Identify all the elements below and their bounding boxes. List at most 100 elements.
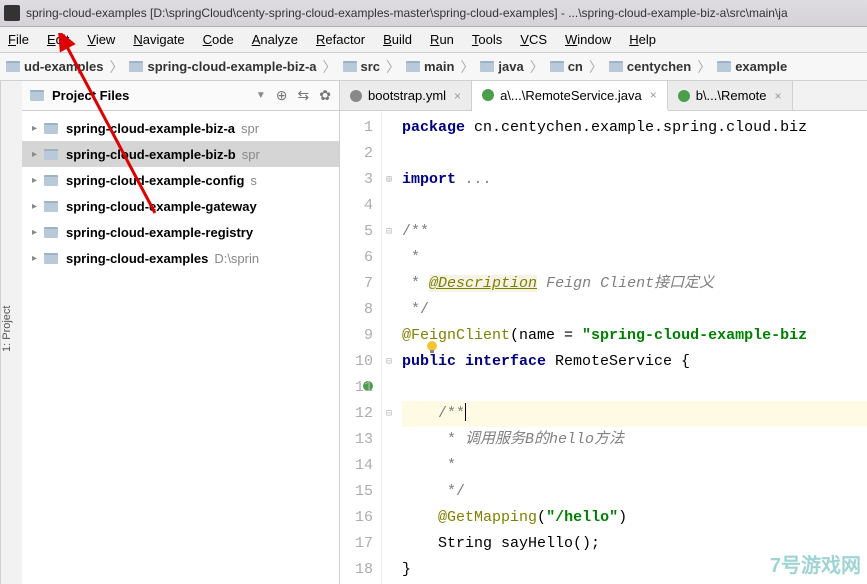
editor-tab[interactable]: bootstrap.yml× [340, 81, 472, 110]
window-titlebar: spring-cloud-examples [D:\springCloud\ce… [0, 0, 867, 27]
code-content[interactable]: package cn.centychen.example.spring.clou… [396, 111, 867, 584]
fold-marker[interactable] [382, 193, 396, 219]
code-line[interactable]: @FeignClient(name = "spring-cloud-exampl… [402, 323, 867, 349]
expand-icon[interactable]: ▸ [32, 227, 44, 238]
code-line[interactable]: import ... [402, 167, 867, 193]
menu-vcs[interactable]: VCS [520, 32, 547, 47]
code-line[interactable]: /** [402, 401, 867, 427]
tree-item[interactable]: ▸spring-cloud-example-biz-bspr [22, 141, 339, 167]
menu-tools[interactable]: Tools [472, 32, 502, 47]
expand-icon[interactable]: ▸ [32, 253, 44, 264]
tree-item[interactable]: ▸spring-cloud-example-configs [22, 167, 339, 193]
editor-area: bootstrap.yml×a\...\RemoteService.java×b… [340, 81, 867, 584]
line-number: 1 [340, 115, 373, 141]
code-line[interactable] [402, 375, 867, 401]
line-number: 15 [340, 479, 373, 505]
chevron-right-icon: 〉 [109, 57, 123, 77]
fold-marker[interactable] [382, 531, 396, 557]
fold-marker[interactable] [382, 505, 396, 531]
fold-marker[interactable] [382, 141, 396, 167]
editor-tab[interactable]: a\...\RemoteService.java× [472, 81, 668, 111]
intention-bulb-icon[interactable] [424, 339, 440, 355]
fold-marker[interactable] [382, 245, 396, 271]
fold-marker[interactable] [382, 271, 396, 297]
fold-marker[interactable] [382, 427, 396, 453]
menu-refactor[interactable]: Refactor [316, 32, 365, 47]
fold-marker[interactable]: ⊞ [382, 167, 396, 193]
menu-build[interactable]: Build [383, 32, 412, 47]
code-line[interactable]: */ [402, 297, 867, 323]
fold-marker[interactable]: ⊟ [382, 349, 396, 375]
dropdown-icon[interactable]: ▼ [256, 90, 266, 101]
fold-marker[interactable] [382, 297, 396, 323]
menu-run[interactable]: Run [430, 32, 454, 47]
folder-icon [44, 175, 58, 186]
expand-icon[interactable]: ▸ [32, 201, 44, 212]
folder-icon [44, 227, 58, 238]
menu-view[interactable]: View [87, 32, 115, 47]
close-icon[interactable]: × [650, 88, 657, 102]
fold-marker[interactable] [382, 479, 396, 505]
close-icon[interactable]: × [775, 89, 782, 103]
fold-marker[interactable] [382, 323, 396, 349]
expand-icon[interactable]: ▸ [32, 149, 44, 160]
tree-item[interactable]: ▸spring-cloud-example-biz-aspr [22, 115, 339, 141]
code-line[interactable]: * @Description Feign Client接口定义 [402, 271, 867, 297]
fold-marker[interactable] [382, 375, 396, 401]
menu-help[interactable]: Help [629, 32, 656, 47]
breadcrumb-item[interactable]: cn [550, 59, 583, 74]
code-line[interactable] [402, 193, 867, 219]
breadcrumb-item[interactable]: spring-cloud-example-biz-a [129, 59, 316, 74]
tree-item[interactable]: ▸spring-cloud-example-registry [22, 219, 339, 245]
menu-file[interactable]: File [8, 32, 29, 47]
code-line[interactable]: public interface RemoteService { [402, 349, 867, 375]
project-view-title[interactable]: Project Files [52, 88, 252, 103]
line-number: 18 [340, 557, 373, 583]
line-number: 5 [340, 219, 373, 245]
menu-navigate[interactable]: Navigate [133, 32, 184, 47]
watermark: 7号游戏网 [770, 549, 861, 578]
fold-marker[interactable] [382, 453, 396, 479]
line-number: 9 [340, 323, 373, 349]
breadcrumb-item[interactable]: main [406, 59, 454, 74]
sidebar-tab-project[interactable]: 1: Project [0, 81, 22, 584]
gear-icon[interactable]: ✿ [319, 87, 331, 104]
line-number: 16 [340, 505, 373, 531]
expand-icon[interactable]: ▸ [32, 123, 44, 134]
menu-code[interactable]: Code [203, 32, 234, 47]
target-icon[interactable]: ⊕ [276, 87, 288, 104]
folder-icon [30, 90, 44, 101]
tree-item[interactable]: ▸spring-cloud-example-gateway [22, 193, 339, 219]
fold-marker[interactable]: ⊟ [382, 401, 396, 427]
project-tree: ▸spring-cloud-example-biz-aspr▸spring-cl… [22, 111, 339, 275]
menu-analyze[interactable]: Analyze [252, 32, 298, 47]
breadcrumb-item[interactable]: src [343, 59, 381, 74]
line-number: 7 [340, 271, 373, 297]
expand-icon[interactable]: ▸ [32, 175, 44, 186]
breadcrumb-item[interactable]: example [717, 59, 787, 74]
line-number: 12 [340, 401, 373, 427]
code-line[interactable]: package cn.centychen.example.spring.clou… [402, 115, 867, 141]
fold-marker[interactable]: ⊟ [382, 219, 396, 245]
fold-marker[interactable] [382, 557, 396, 583]
code-line[interactable] [402, 141, 867, 167]
code-editor[interactable]: 12345678910 111213141516171819 ⊞⊟⊟⊟ pack… [340, 111, 867, 584]
menu-edit[interactable]: Edit [47, 32, 69, 47]
collapse-icon[interactable]: ⇆ [298, 87, 310, 104]
code-line[interactable]: * [402, 453, 867, 479]
breadcrumb-item[interactable]: ud-examples [6, 59, 103, 74]
code-line[interactable]: @GetMapping("/hello") [402, 505, 867, 531]
code-line[interactable]: * 调用服务B的hello方法 [402, 427, 867, 453]
breadcrumb-item[interactable]: centychen [609, 59, 691, 74]
tree-item[interactable]: ▸spring-cloud-examplesD:\sprin [22, 245, 339, 271]
folder-icon [44, 253, 58, 264]
close-icon[interactable]: × [454, 89, 461, 103]
line-number: 6 [340, 245, 373, 271]
editor-tab[interactable]: b\...\Remote× [668, 81, 793, 110]
code-line[interactable]: /** [402, 219, 867, 245]
fold-marker[interactable] [382, 115, 396, 141]
breadcrumb-item[interactable]: java [480, 59, 523, 74]
code-line[interactable]: * [402, 245, 867, 271]
menu-window[interactable]: Window [565, 32, 611, 47]
code-line[interactable]: */ [402, 479, 867, 505]
